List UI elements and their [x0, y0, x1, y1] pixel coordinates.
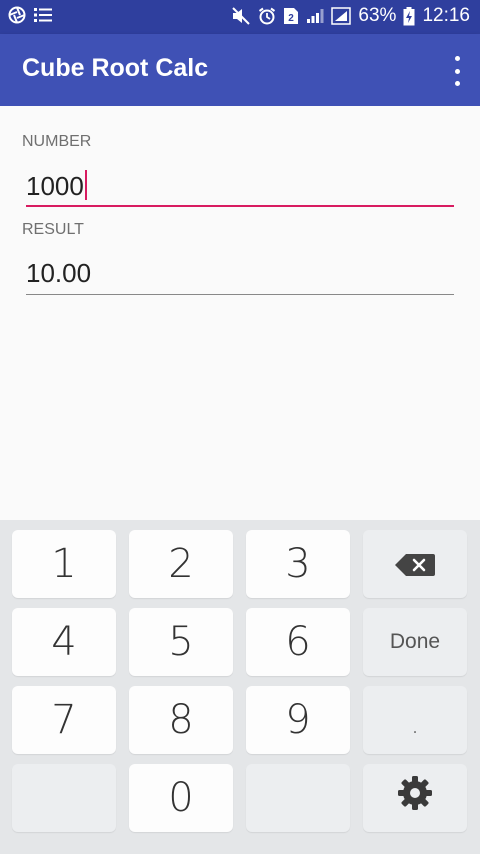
key-0[interactable]: 0 [129, 764, 233, 832]
battery-charging-icon [403, 6, 415, 26]
key-3[interactable]: 3 [246, 530, 350, 598]
numeric-keyboard: 1 2 3 4 5 6 Done 7 8 9 . 0 [0, 520, 480, 854]
overflow-menu-icon[interactable] [450, 56, 464, 86]
sim-icon: 2 [283, 7, 299, 25]
key-9[interactable]: 9 [246, 686, 350, 754]
alarm-icon [258, 7, 276, 25]
result-field-underline [26, 294, 454, 295]
number-input[interactable]: 1000 [22, 164, 458, 208]
signal-icon [306, 8, 324, 24]
number-input-underline [26, 205, 454, 207]
decimal-key[interactable]: . [363, 686, 467, 754]
done-key[interactable]: Done [363, 608, 467, 676]
calculator-form: NUMBER 1000 RESULT 10.00 [0, 106, 480, 520]
key-5[interactable]: 5 [129, 608, 233, 676]
mute-icon [231, 7, 251, 25]
gear-icon [396, 774, 434, 822]
number-input-value: 1000 [26, 171, 84, 201]
signal-sim-icon [331, 7, 352, 25]
key-2[interactable]: 2 [129, 530, 233, 598]
list-icon [34, 7, 52, 23]
key-4[interactable]: 4 [12, 608, 116, 676]
result-label: RESULT [22, 221, 84, 238]
status-right-icons: 2 63% 12:16 [231, 5, 470, 27]
app-title: Cube Root Calc [22, 54, 209, 82]
key-6[interactable]: 6 [246, 608, 350, 676]
aperture-icon [8, 6, 26, 24]
key-8[interactable]: 8 [129, 686, 233, 754]
result-value: 10.00 [26, 258, 92, 288]
keyboard-settings-key[interactable] [363, 764, 467, 832]
result-field[interactable]: 10.00 [22, 252, 458, 296]
blank-key-right [246, 764, 350, 832]
text-cursor [84, 170, 87, 200]
key-1[interactable]: 1 [12, 530, 116, 598]
number-label: NUMBER [22, 133, 92, 150]
svg-text:2: 2 [289, 13, 295, 24]
clock: 12:16 [422, 5, 470, 26]
status-bar: 2 63% 12:16 [0, 0, 480, 34]
backspace-icon [394, 541, 436, 587]
key-7[interactable]: 7 [12, 686, 116, 754]
blank-key-left [12, 764, 116, 832]
battery-percent: 63% [358, 5, 397, 26]
app-bar: Cube Root Calc [0, 34, 480, 106]
backspace-key[interactable] [363, 530, 467, 598]
status-left-icons [8, 6, 52, 24]
